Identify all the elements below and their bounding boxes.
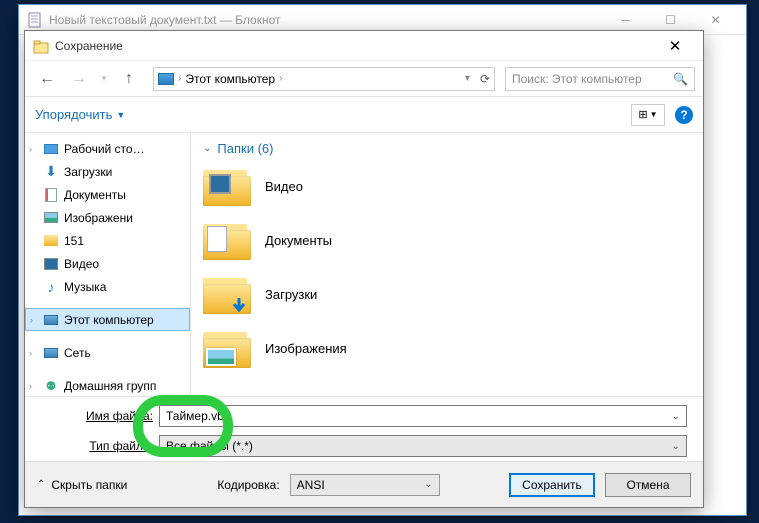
notepad-title: Новый текстовый документ.txt — Блокнот bbox=[49, 13, 603, 27]
folder-icon bbox=[203, 220, 251, 260]
tree-item-this-pc[interactable]: ›Этот компьютер bbox=[25, 308, 190, 331]
chevron-down-icon: ⌄ bbox=[672, 441, 680, 452]
encoding-combo[interactable]: ANSI ⌄ bbox=[290, 474, 440, 496]
dialog-close-button[interactable]: ✕ bbox=[655, 32, 695, 60]
chevron-down-icon[interactable]: ⌄ bbox=[672, 411, 680, 422]
folders-group-header[interactable]: ⌄ Папки (6) bbox=[203, 141, 691, 156]
folder-icon bbox=[203, 166, 251, 206]
dialog-title: Сохранение bbox=[55, 39, 655, 53]
navigation-tree[interactable]: ›Рабочий сто… ⬇Загрузки Документы Изобра… bbox=[25, 133, 191, 396]
organize-button[interactable]: Упорядочить ▼ bbox=[35, 107, 125, 122]
forward-button[interactable]: → bbox=[65, 65, 93, 93]
dialog-footer: ⌃ Скрыть папки Кодировка: ANSI ⌄ Сохрани… bbox=[25, 461, 703, 507]
folder-item-video[interactable]: Видео bbox=[203, 166, 691, 206]
filetype-label: Тип файла: bbox=[41, 439, 153, 453]
expand-icon[interactable]: › bbox=[29, 348, 32, 358]
filename-label: Имя файла: bbox=[41, 409, 153, 423]
save-button[interactable]: Сохранить bbox=[509, 473, 595, 497]
navigation-bar: ← → ▾ ↑ › Этот компьютер › ▾ ⟳ Поиск: Эт… bbox=[25, 61, 703, 97]
toolbar: Упорядочить ▼ ⊞▼ ? bbox=[25, 97, 703, 133]
search-icon: 🔍 bbox=[673, 72, 688, 86]
search-input[interactable]: Поиск: Этот компьютер 🔍 bbox=[505, 67, 695, 91]
back-button[interactable]: ← bbox=[33, 65, 61, 93]
encoding-label: Кодировка: bbox=[217, 478, 279, 492]
breadcrumb-location[interactable]: Этот компьютер bbox=[185, 72, 275, 86]
expand-icon[interactable]: › bbox=[29, 381, 32, 391]
folder-item-images[interactable]: Изображения bbox=[203, 328, 691, 368]
save-dialog: Сохранение ✕ ← → ▾ ↑ › Этот компьютер › … bbox=[24, 30, 704, 508]
music-icon: ♪ bbox=[43, 279, 59, 295]
fields-area: Имя файла: Таймер.vbs ⌄ Тип файла: Все ф… bbox=[25, 397, 703, 461]
cancel-button[interactable]: Отмена bbox=[605, 473, 691, 497]
pc-icon bbox=[158, 73, 174, 85]
up-button[interactable]: ↑ bbox=[115, 65, 143, 93]
notepad-icon bbox=[27, 12, 43, 28]
address-bar[interactable]: › Этот компьютер › ▾ ⟳ bbox=[153, 67, 495, 91]
tree-item-desktop[interactable]: ›Рабочий сто… bbox=[25, 137, 190, 160]
address-dropdown[interactable]: ▾ bbox=[465, 73, 470, 84]
save-icon bbox=[33, 38, 49, 54]
expand-icon[interactable]: › bbox=[30, 315, 33, 325]
help-button[interactable]: ? bbox=[675, 106, 693, 124]
chevron-right-icon[interactable]: › bbox=[279, 73, 282, 84]
expand-icon[interactable]: › bbox=[29, 144, 32, 154]
folder-item-documents[interactable]: Документы bbox=[203, 220, 691, 260]
tree-item-music[interactable]: ♪Музыка bbox=[25, 275, 190, 298]
folder-icon bbox=[203, 328, 251, 368]
content-pane[interactable]: ⌄ Папки (6) Видео Документы Загрузки bbox=[191, 133, 703, 396]
chevron-down-icon: ▼ bbox=[116, 110, 125, 120]
dialog-body: ›Рабочий сто… ⬇Загрузки Документы Изобра… bbox=[25, 133, 703, 397]
download-icon: ⬇ bbox=[43, 164, 59, 180]
folder-icon bbox=[203, 274, 251, 314]
chevron-down-icon: ⌄ bbox=[424, 479, 432, 490]
tree-item-network[interactable]: ›Сеть bbox=[25, 341, 190, 364]
recent-dropdown[interactable]: ▾ bbox=[97, 65, 111, 93]
tree-item-video[interactable]: Видео bbox=[25, 252, 190, 275]
tree-item-homegroup[interactable]: ›⚉Домашняя групп bbox=[25, 374, 190, 396]
hide-folders-button[interactable]: ⌃ Скрыть папки bbox=[37, 478, 127, 492]
refresh-button[interactable]: ⟳ bbox=[480, 72, 490, 86]
view-button[interactable]: ⊞▼ bbox=[631, 104, 665, 126]
tree-item-documents[interactable]: Документы bbox=[25, 183, 190, 206]
filename-input[interactable]: Таймер.vbs ⌄ bbox=[159, 405, 687, 427]
filetype-combo[interactable]: Все файлы (*.*) ⌄ bbox=[159, 435, 687, 457]
tree-item-images[interactable]: Изображени bbox=[25, 206, 190, 229]
chevron-up-icon: ⌃ bbox=[37, 479, 45, 490]
dialog-titlebar[interactable]: Сохранение ✕ bbox=[25, 31, 703, 61]
folder-item-downloads[interactable]: Загрузки bbox=[203, 274, 691, 314]
chevron-right-icon[interactable]: › bbox=[178, 73, 181, 84]
homegroup-icon: ⚉ bbox=[43, 378, 59, 394]
tree-item-151[interactable]: 151 bbox=[25, 229, 190, 252]
tree-item-downloads[interactable]: ⬇Загрузки bbox=[25, 160, 190, 183]
search-placeholder: Поиск: Этот компьютер bbox=[512, 72, 642, 86]
chevron-down-icon: ⌄ bbox=[203, 143, 211, 154]
